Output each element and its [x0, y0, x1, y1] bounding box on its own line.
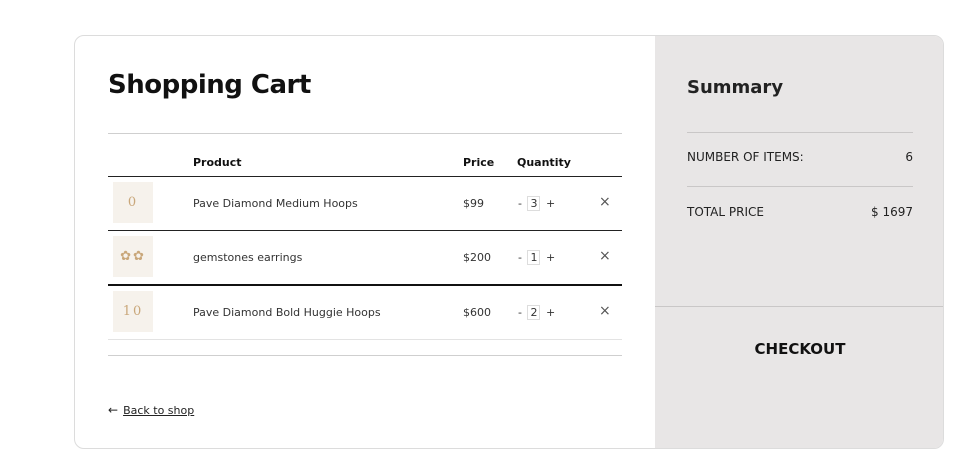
- decrease-button[interactable]: -: [518, 306, 522, 319]
- quantity-value[interactable]: 2: [527, 305, 541, 320]
- cart-panel: Shopping Cart Product Price Quantity 0 P…: [75, 36, 655, 448]
- row-divider: [108, 339, 622, 340]
- quantity-value[interactable]: 1: [527, 250, 541, 265]
- increase-button[interactable]: +: [546, 251, 555, 264]
- quantity-stepper: - 3 +: [518, 177, 555, 230]
- cart-card: Shopping Cart Product Price Quantity 0 P…: [74, 35, 944, 449]
- increase-button[interactable]: +: [546, 306, 555, 319]
- increase-button[interactable]: +: [546, 197, 555, 210]
- item-count-label: NUMBER OF ITEMS:: [687, 150, 804, 164]
- product-price: $600: [463, 306, 491, 319]
- total-price-value: $ 1697: [871, 205, 913, 219]
- product-name[interactable]: Pave Diamond Medium Hoops: [193, 177, 358, 230]
- total-price-label: TOTAL PRICE: [687, 205, 764, 219]
- decrease-button[interactable]: -: [518, 251, 522, 264]
- divider: [687, 186, 913, 187]
- quantity-stepper: - 1 +: [518, 231, 555, 284]
- back-to-shop-label[interactable]: Back to shop: [123, 404, 194, 417]
- product-price: $200: [463, 251, 491, 264]
- product-thumbnail[interactable]: ✿✿: [113, 236, 153, 277]
- remove-item-button[interactable]: ×: [599, 177, 611, 228]
- product-name[interactable]: gemstones earrings: [193, 231, 302, 284]
- checkout-button[interactable]: CHECKOUT: [655, 307, 943, 391]
- product-thumbnail[interactable]: 0: [113, 182, 153, 223]
- column-header-product: Product: [193, 156, 242, 169]
- column-header-price: Price: [463, 156, 495, 169]
- remove-item-button[interactable]: ×: [599, 286, 611, 337]
- divider: [687, 132, 913, 133]
- product-price: $99: [463, 197, 484, 210]
- back-to-shop-link[interactable]: ← Back to shop: [108, 403, 194, 417]
- remove-item-button[interactable]: ×: [599, 231, 611, 282]
- column-header-quantity: Quantity: [517, 156, 571, 169]
- summary-title: Summary: [687, 77, 784, 98]
- divider: [108, 355, 622, 356]
- decrease-button[interactable]: -: [518, 197, 522, 210]
- product-thumbnail[interactable]: 10: [113, 291, 153, 332]
- page-title: Shopping Cart: [108, 70, 311, 100]
- summary-panel: Summary NUMBER OF ITEMS: 6 TOTAL PRICE $…: [655, 36, 943, 448]
- product-name[interactable]: Pave Diamond Bold Huggie Hoops: [193, 286, 381, 339]
- table-row: 10 Pave Diamond Bold Huggie Hoops $600 -…: [108, 286, 622, 339]
- divider: [108, 133, 622, 134]
- arrow-left-icon: ←: [108, 403, 119, 417]
- quantity-stepper: - 2 +: [518, 286, 555, 339]
- quantity-value[interactable]: 3: [527, 196, 541, 211]
- table-row: 0 Pave Diamond Medium Hoops $99 - 3 + ×: [108, 177, 622, 230]
- table-header: Product Price Quantity: [108, 156, 622, 176]
- item-count-value: 6: [905, 150, 913, 164]
- table-row: ✿✿ gemstones earrings $200 - 1 + ×: [108, 231, 622, 284]
